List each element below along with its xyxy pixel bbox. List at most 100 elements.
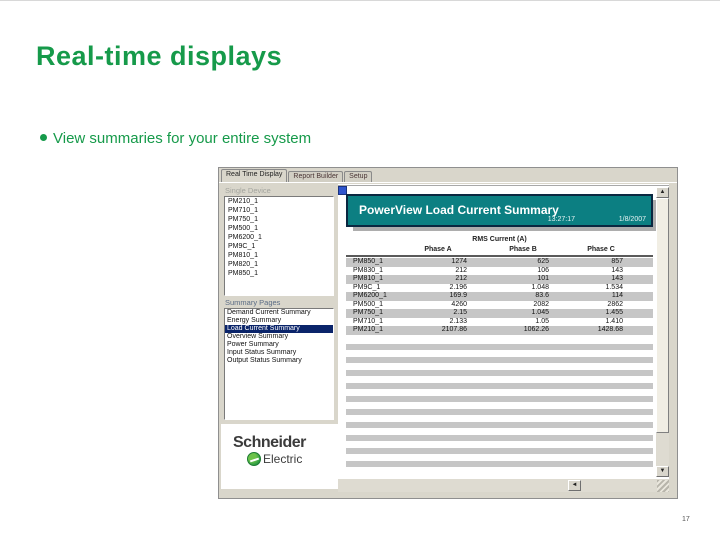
device-list-item[interactable]: PM810_1 bbox=[225, 251, 333, 260]
cell-device: PM850_1 bbox=[353, 258, 383, 265]
unit-header: RMS Current (A) bbox=[472, 236, 527, 243]
cell-phase-b: 625 bbox=[537, 258, 549, 265]
summary-page-item[interactable]: Output Status Summary bbox=[225, 357, 333, 365]
cell-phase-c: 1.410 bbox=[605, 317, 623, 325]
device-list-item[interactable]: PM6200_1 bbox=[225, 233, 333, 242]
scroll-down-icon[interactable]: ▼ bbox=[656, 466, 669, 477]
single-device-listbox: PM210_1 PM710_1 PM750_1 PM500_1 PM6200_1… bbox=[224, 196, 334, 296]
device-list-item[interactable]: PM210_1 bbox=[225, 197, 333, 206]
empty-report-rows bbox=[346, 344, 653, 474]
load-current-table: PM850_1 1274 625 857 PM830_1 212 106 143… bbox=[346, 258, 653, 335]
summary-page-item[interactable]: Power Summary bbox=[225, 341, 333, 349]
scroll-left-icon[interactable]: ◄ bbox=[568, 480, 581, 491]
cell-device: PM9C_1 bbox=[353, 283, 381, 291]
table-row: PM810_1 212 101 143 bbox=[346, 275, 653, 284]
cell-phase-c: 857 bbox=[611, 258, 623, 265]
header-rule bbox=[346, 255, 653, 257]
cell-phase-a: 1274 bbox=[451, 258, 467, 265]
slide-page-number: 17 bbox=[682, 516, 690, 523]
report-date: 1/8/2007 bbox=[618, 216, 646, 223]
pane-divider bbox=[338, 185, 669, 186]
summary-pages-label: Summary Pages bbox=[225, 298, 281, 307]
summary-page-item[interactable]: Demand Current Summary bbox=[225, 309, 333, 317]
bullet-text: View summaries for your entire system bbox=[53, 130, 312, 147]
cell-phase-a: 2.133 bbox=[449, 317, 467, 325]
cell-phase-b: 1.048 bbox=[531, 283, 549, 291]
device-list-item[interactable]: PM850_1 bbox=[225, 269, 333, 278]
report-banner: PowerView Load Current Summary 13:27:17 … bbox=[346, 194, 653, 227]
cell-device: PM710_1 bbox=[353, 317, 383, 325]
summary-page-item[interactable]: Energy Summary bbox=[225, 317, 333, 325]
cell-device: PM750_1 bbox=[353, 309, 383, 316]
single-device-label: Single Device bbox=[225, 186, 271, 195]
cell-device: PM500_1 bbox=[353, 300, 383, 308]
cell-phase-c: 1428.68 bbox=[597, 326, 623, 333]
table-row: PM6200_1 169.9 83.6 114 bbox=[346, 292, 653, 301]
device-list-item[interactable]: PM750_1 bbox=[225, 215, 333, 224]
scroll-up-icon[interactable]: ▲ bbox=[656, 187, 669, 198]
cell-device: PM210_1 bbox=[353, 326, 383, 333]
vertical-scrollbar[interactable]: ▲ ▼ bbox=[656, 187, 669, 477]
left-panel: Single Device PM210_1 PM710_1 PM750_1 PM… bbox=[221, 184, 338, 489]
window-body: Single Device PM210_1 PM710_1 PM750_1 PM… bbox=[219, 182, 677, 498]
cell-phase-c: 2862 bbox=[607, 300, 623, 308]
summary-page-item[interactable]: Overview Summary bbox=[225, 333, 333, 341]
bullet-item: View summaries for your entire system bbox=[40, 130, 311, 147]
powerview-window: Real Time Display Report Builder Setup S… bbox=[218, 167, 678, 499]
tab-real-time-display[interactable]: Real Time Display bbox=[221, 169, 288, 182]
table-row: PM210_1 2107.86 1062.26 1428.68 bbox=[346, 326, 653, 335]
cell-phase-b: 106 bbox=[537, 266, 549, 274]
cell-phase-b: 2082 bbox=[533, 300, 549, 308]
cell-phase-a: 2107.86 bbox=[441, 326, 467, 333]
table-row: PM9C_1 2.196 1.048 1.534 bbox=[346, 284, 653, 293]
tab-setup[interactable]: Setup bbox=[344, 171, 373, 182]
device-list-item[interactable]: PM500_1 bbox=[225, 224, 333, 233]
summary-page-item[interactable]: Input Status Summary bbox=[225, 349, 333, 357]
table-row: PM710_1 2.133 1.05 1.410 bbox=[346, 318, 653, 327]
device-list-item[interactable]: PM710_1 bbox=[225, 206, 333, 215]
summary-page-item-selected[interactable]: Load Current Summary bbox=[225, 325, 333, 333]
report-pane: PowerView Load Current Summary 13:27:17 … bbox=[338, 184, 669, 492]
cell-phase-c: 143 bbox=[611, 266, 623, 274]
slide: Real-time displays View summaries for yo… bbox=[0, 0, 720, 540]
logo-electric-text: Electric bbox=[263, 452, 303, 466]
page-title: Real-time displays bbox=[36, 41, 283, 71]
cell-phase-a: 2.15 bbox=[453, 309, 467, 316]
column-header-phase-c: Phase C bbox=[587, 246, 615, 253]
cell-phase-b: 101 bbox=[537, 275, 549, 282]
resize-grip[interactable] bbox=[657, 480, 669, 492]
cell-device: PM6200_1 bbox=[353, 292, 387, 299]
cell-phase-b: 83.6 bbox=[535, 292, 549, 299]
cell-phase-c: 1.455 bbox=[605, 309, 623, 316]
device-list-item[interactable]: PM9C_1 bbox=[225, 242, 333, 251]
summary-pages-listbox: Demand Current Summary Energy Summary Lo… bbox=[224, 308, 334, 420]
report-time: 13:27:17 bbox=[547, 216, 575, 223]
cell-phase-c: 143 bbox=[611, 275, 623, 282]
cell-phase-b: 1.045 bbox=[531, 309, 549, 316]
logo-brand-text: Schneider bbox=[233, 434, 306, 451]
cell-phase-a: 4260 bbox=[451, 300, 467, 308]
cell-phase-c: 1.534 bbox=[605, 283, 623, 291]
table-row: PM850_1 1274 625 857 bbox=[346, 258, 653, 267]
cell-phase-a: 2.196 bbox=[449, 283, 467, 291]
bullet-icon bbox=[40, 134, 47, 141]
tab-report-builder[interactable]: Report Builder bbox=[288, 171, 344, 182]
cell-phase-b: 1.05 bbox=[535, 317, 549, 325]
device-list-item[interactable]: PM820_1 bbox=[225, 260, 333, 269]
column-header-phase-b: Phase B bbox=[509, 246, 537, 253]
cell-phase-a: 212 bbox=[455, 275, 467, 282]
table-row: PM830_1 212 106 143 bbox=[346, 267, 653, 276]
cell-phase-a: 169.9 bbox=[449, 292, 467, 299]
cell-phase-b: 1062.26 bbox=[523, 326, 549, 333]
column-header-phase-a: Phase A bbox=[424, 246, 452, 253]
table-row: PM500_1 4260 2082 2862 bbox=[346, 301, 653, 310]
cell-device: PM830_1 bbox=[353, 266, 383, 274]
cell-phase-a: 212 bbox=[455, 266, 467, 274]
report-title: PowerView Load Current Summary bbox=[359, 203, 559, 217]
cell-device: PM810_1 bbox=[353, 275, 383, 282]
table-row: PM750_1 2.15 1.045 1.455 bbox=[346, 309, 653, 318]
horizontal-scrollbar[interactable]: ◄ bbox=[338, 479, 669, 492]
cell-phase-c: 114 bbox=[611, 292, 623, 299]
vertical-scroll-thumb[interactable] bbox=[656, 198, 669, 433]
schneider-globe-icon bbox=[247, 452, 261, 466]
